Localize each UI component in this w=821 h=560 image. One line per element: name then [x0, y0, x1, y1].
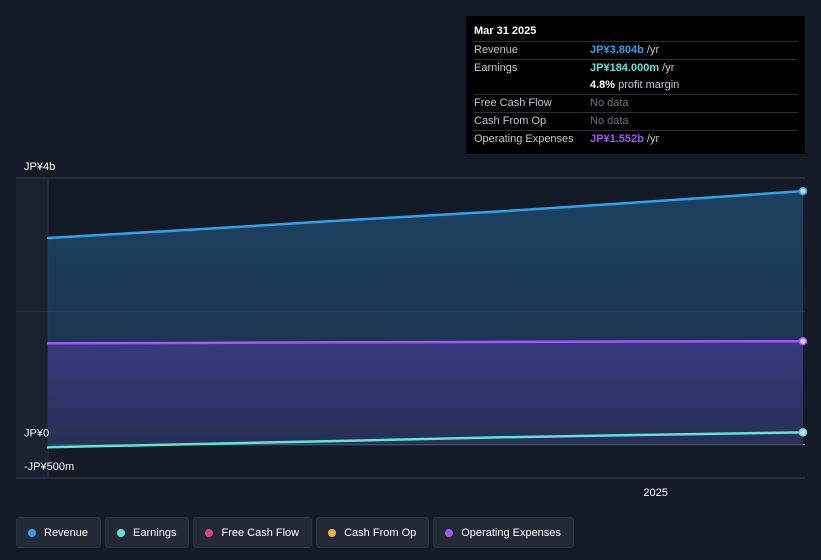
legend-dot-icon — [328, 528, 337, 537]
tooltip-row-label: Cash From Op — [474, 115, 547, 127]
legend-label: Revenue — [44, 526, 89, 539]
y-tick-label: JP¥0 — [24, 428, 49, 440]
legend-dot-icon — [445, 528, 454, 537]
legend: Revenue Earnings Free Cash Flow Cash From O… — [16, 517, 574, 550]
area-operating-expenses — [48, 341, 803, 445]
tooltip-row: Revenue JP¥3.804b /yr — [474, 41, 798, 59]
tooltip-value-number: 4.8% — [590, 79, 616, 91]
legend-dot-icon — [205, 528, 214, 537]
legend-dot-icon — [117, 528, 126, 537]
x-tick-label: 2025 — [643, 487, 667, 499]
tooltip-row-value: 4.8% profit margin — [590, 77, 679, 94]
marker-revenue[interactable] — [798, 186, 808, 196]
tooltip-value-number: JP¥184.000m — [590, 62, 660, 74]
tooltip-row-value: JP¥1.552b /yr — [590, 131, 659, 148]
tooltip-row: Free Cash Flow No data — [474, 94, 798, 112]
legend-dot-icon — [28, 528, 36, 537]
tooltip-row-label — [474, 77, 590, 94]
legend-item-earnings[interactable]: Earnings — [105, 517, 190, 548]
tooltip-value-unit: /yr — [643, 133, 660, 145]
legend-label: Free Cash Flow — [221, 526, 300, 539]
tooltip-row: Earnings JP¥184.000m /yr — [474, 59, 798, 77]
tooltip-value-number: JP¥3.804b — [590, 44, 644, 56]
tooltip-row-label: Operating Expenses — [474, 133, 574, 145]
tooltip-panel: Mar 31 2025 Revenue JP¥3.804b /yr Earnings… — [466, 16, 805, 154]
tooltip-value-number: No data — [590, 97, 629, 109]
marker-earnings[interactable] — [798, 428, 808, 437]
tooltip-value-unit: /yr — [659, 62, 675, 74]
y-tick-label: -JP¥500m — [24, 461, 74, 473]
y-tick-label: JP¥4b — [24, 161, 55, 173]
legend-item-revenue[interactable]: Revenue — [16, 517, 102, 548]
legend-item-cash-from-op[interactable]: Cash From Op — [316, 517, 430, 548]
tooltip-row: Operating Expenses JP¥1.552b /yr — [474, 130, 798, 148]
legend-label: Operating Expenses — [461, 526, 561, 539]
legend-label: Cash From Op — [344, 526, 417, 539]
tooltip-row: Cash From Op No data — [474, 112, 798, 130]
legend-item-free-cash-flow[interactable]: Free Cash Flow — [193, 517, 313, 548]
tooltip-row-value: JP¥184.000m /yr — [590, 60, 674, 77]
tooltip-row: 4.8% profit margin — [474, 77, 798, 94]
tooltip-row-label: Earnings — [474, 62, 518, 74]
tooltip-row-label: Revenue — [474, 44, 519, 56]
tooltip-row-label: Free Cash Flow — [474, 97, 552, 109]
tooltip-value-number: No data — [590, 115, 629, 127]
legend-label: Earnings — [133, 526, 177, 539]
tooltip-row-value: No data — [590, 113, 629, 130]
tooltip-value-unit: /yr — [643, 44, 660, 56]
tooltip-date: Mar 31 2025 — [474, 25, 537, 37]
tooltip-row-value: No data — [590, 95, 629, 112]
tooltip-row-value: JP¥3.804b /yr — [590, 42, 659, 59]
tooltip-value-unit: profit margin — [615, 79, 680, 91]
tooltip-value-number: JP¥1.552b — [590, 133, 644, 145]
legend-item-operating-expenses[interactable]: Operating Expenses — [433, 517, 574, 548]
marker-operating-expenses[interactable] — [798, 336, 808, 346]
